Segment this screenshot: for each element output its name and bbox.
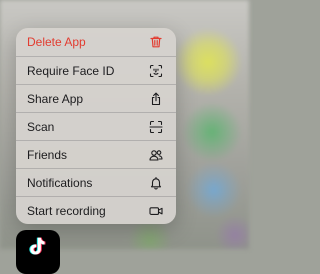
app-context-menu: Delete App Require Face ID Share App Sca… (16, 28, 176, 224)
menu-item-start-recording[interactable]: Start recording (16, 196, 176, 224)
friends-icon (149, 148, 163, 162)
menu-item-scan[interactable]: Scan (16, 112, 176, 140)
menu-item-friends[interactable]: Friends (16, 140, 176, 168)
menu-item-require-face-id[interactable]: Require Face ID (16, 56, 176, 84)
menu-item-share-app[interactable]: Share App (16, 84, 176, 112)
menu-item-label: Share App (27, 91, 84, 106)
scan-icon (149, 120, 163, 134)
menu-item-delete-app[interactable]: Delete App (16, 28, 176, 56)
menu-item-label: Notifications (27, 175, 93, 190)
trash-icon (149, 35, 163, 49)
menu-item-label: Friends (27, 147, 68, 162)
video-camera-icon (149, 204, 163, 218)
tiktok-logo-icon (29, 237, 46, 255)
menu-item-label: Scan (27, 119, 55, 134)
bell-icon (149, 176, 163, 190)
menu-item-label: Delete App (27, 35, 86, 49)
share-icon (149, 92, 163, 106)
menu-item-label: Require Face ID (27, 63, 115, 78)
menu-item-notifications[interactable]: Notifications (16, 168, 176, 196)
face-id-icon (149, 64, 163, 78)
menu-item-label: Start recording (27, 203, 106, 218)
tiktok-app-icon[interactable] (16, 230, 60, 274)
